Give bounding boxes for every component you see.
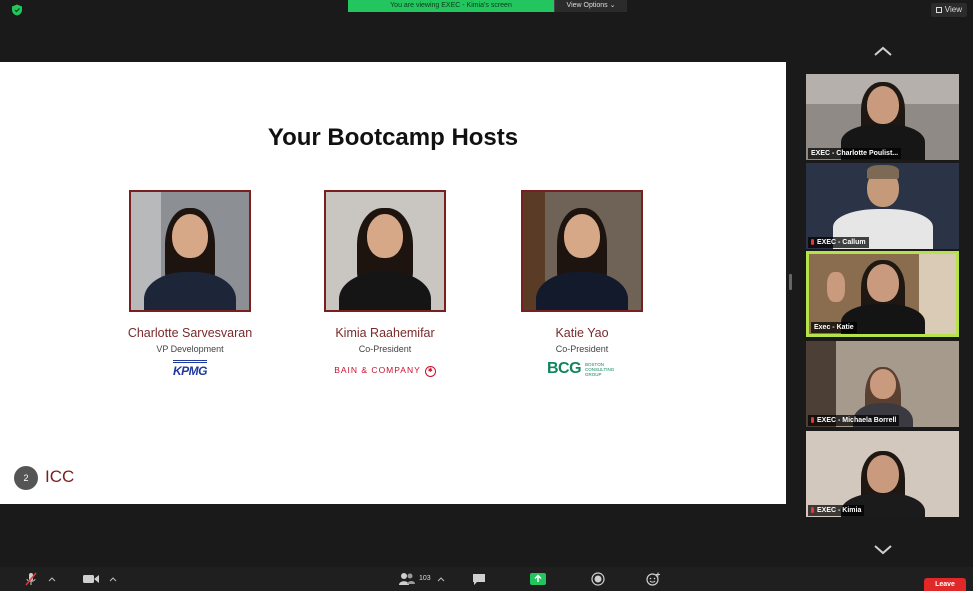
record-icon[interactable] [590,572,606,586]
host-card: Kimia Raahemifar Co-President BAIN & COM… [300,190,470,378]
viewing-screen-banner: You are viewing EXEC - Kimia's screen [348,0,554,12]
host-photo [129,190,251,312]
slide-title: Your Bootcamp Hosts [267,124,519,151]
view-button-label: View [944,5,962,14]
top-bar: You are viewing EXEC - Kimia's screen Vi… [0,0,973,22]
host-role: VP Development [156,344,224,354]
participant-name-label: Exec - Katie [811,322,857,333]
participant-name-label: EXEC - Michaela Borrell [808,415,900,426]
chat-icon[interactable] [471,572,487,586]
participant-name-label: EXEC - Callum [808,237,869,248]
kpmg-logo: KPMG [173,360,208,378]
host-card: Charlotte Sarvesvaran VP Development KPM… [105,190,275,378]
mic-muted-icon [811,417,814,423]
resize-handle[interactable] [789,274,792,290]
shared-screen-slide: Your Bootcamp Hosts Charlotte Sarvesvara… [0,62,786,504]
share-screen-icon[interactable] [529,572,547,586]
chevron-down-icon[interactable] [872,543,894,557]
slide-brand: ICC [45,467,75,486]
reactions-icon[interactable] [645,572,661,586]
host-role: Co-President [555,344,609,354]
mic-muted-icon [811,507,814,513]
bain-logo: BAIN & COMPANY ✱ [334,365,436,377]
host-name: Charlotte Sarvesvaran [127,326,253,340]
host-photo [324,190,446,312]
chevron-up-icon[interactable] [872,44,894,58]
mic-muted-icon[interactable] [24,572,38,586]
participant-tile[interactable]: EXEC - Michaela Borrell [806,341,959,427]
gallery-view-icon [935,7,942,13]
host-photo [521,190,643,312]
participant-tile[interactable]: EXEC - Kimia [806,431,959,517]
mic-muted-icon [811,239,814,245]
participant-tile[interactable]: EXEC - Callum [806,163,959,249]
host-role: Co-President [358,344,412,354]
video-options-caret-icon[interactable] [109,575,117,583]
host-name: Katie Yao [555,326,609,340]
slide-page-number: 2 [14,466,38,490]
security-shield-icon[interactable] [11,4,23,16]
view-options-dropdown[interactable]: View Options ⌄ [554,0,627,12]
participants-icon[interactable] [399,572,415,586]
participant-count: 103 [419,575,431,582]
host-card: Katie Yao Co-President BCG BOSTON CONSULT… [497,190,667,378]
participant-tile[interactable]: EXEC - Charlotte Poulist... [806,74,959,160]
participant-name-label: EXEC - Charlotte Poulist... [808,148,902,159]
host-name: Kimia Raahemifar [335,326,435,340]
bcg-logo: BCG BOSTON CONSULTING GROUP [546,360,615,377]
participant-name-label: EXEC - Kimia [808,505,865,516]
leave-button[interactable]: Leave [924,578,966,591]
view-button[interactable]: View [930,3,967,17]
participants-caret-icon[interactable] [437,575,445,583]
video-camera-icon[interactable] [82,572,100,586]
participant-tile-active-speaker[interactable]: Exec - Katie [806,251,959,337]
audio-options-caret-icon[interactable] [48,575,56,583]
meeting-toolbar: 103 [0,567,973,591]
